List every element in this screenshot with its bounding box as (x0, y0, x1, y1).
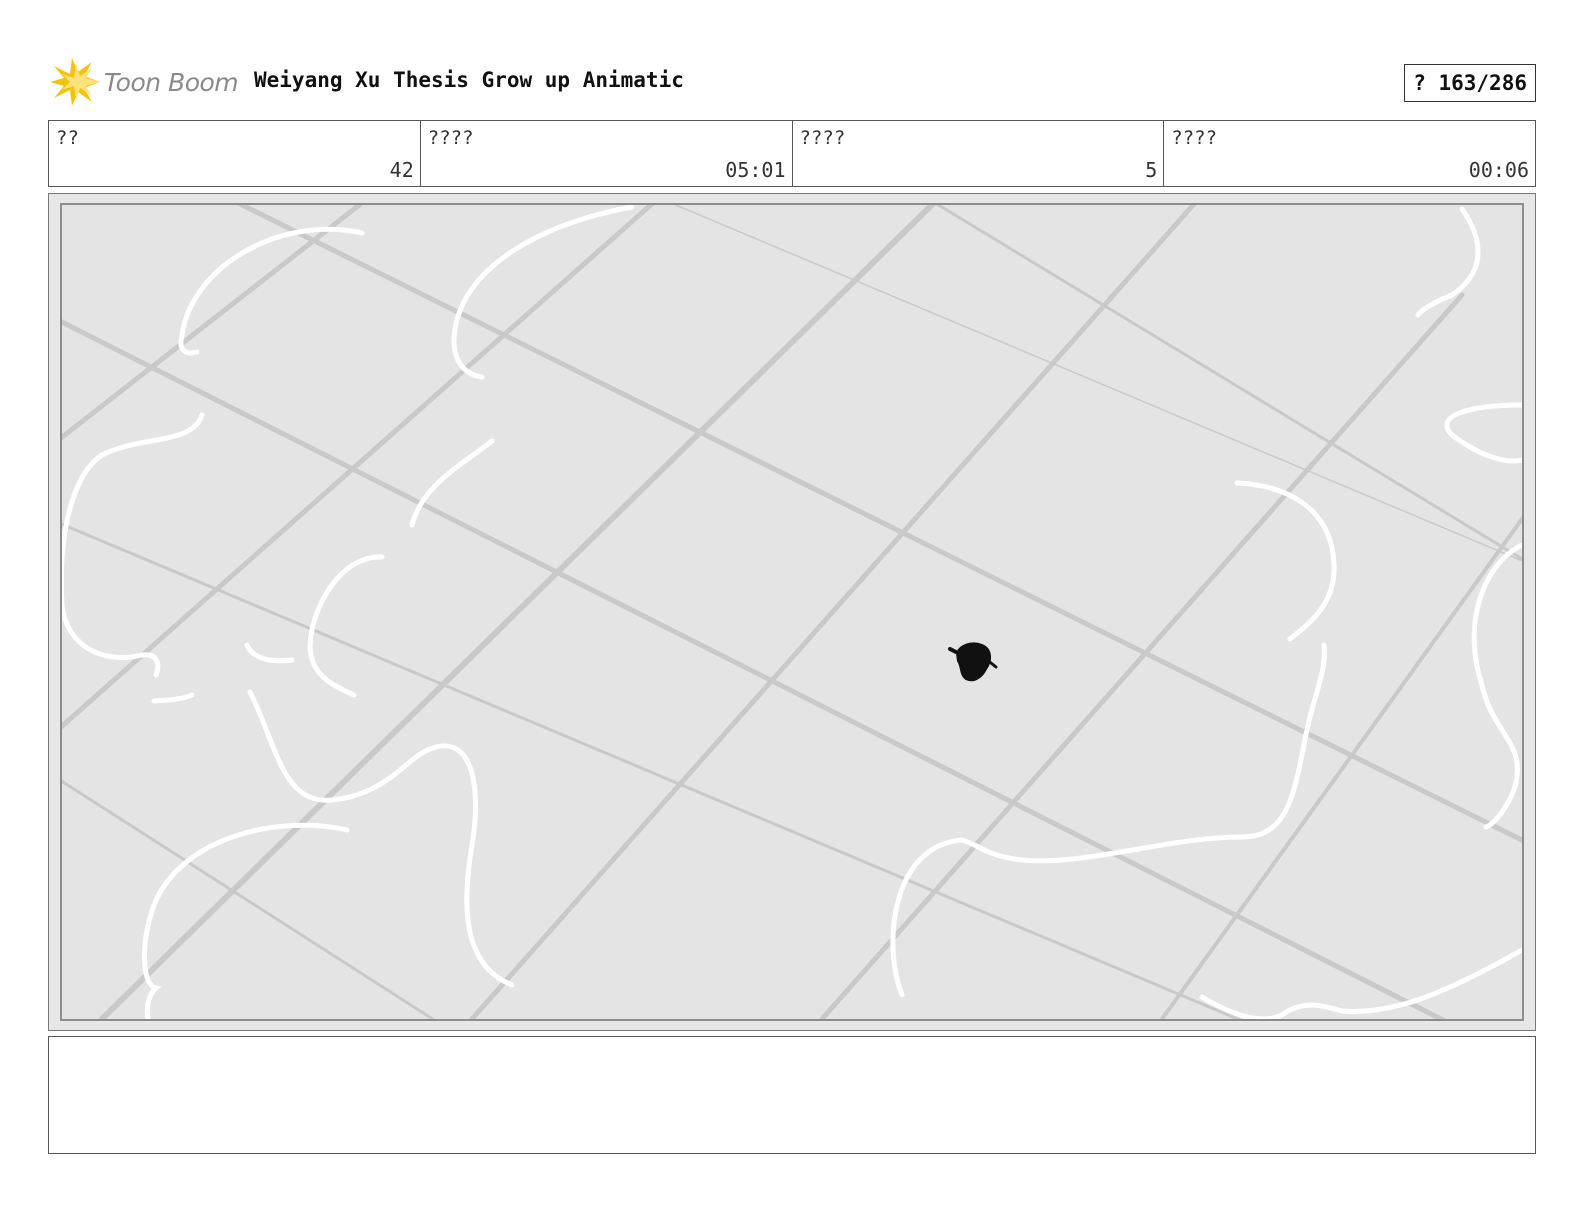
page-indicator: ? 163/286 (1404, 64, 1536, 102)
toon-boom-logo: Toon Boom (48, 56, 248, 108)
info-cell-duration: ???? 05:01 (421, 121, 793, 186)
info-label: ???? (799, 127, 846, 149)
storyboard-panel-frame (48, 193, 1536, 1031)
project-title: Weiyang Xu Thesis Grow up Animatic (254, 68, 684, 92)
info-value: 5 (1145, 158, 1158, 182)
info-label: ???? (427, 127, 474, 149)
panel-background (62, 205, 1522, 1019)
info-value: 00:06 (1468, 158, 1529, 182)
logo-text: Toon Boom (104, 67, 239, 97)
info-label: ???? (1171, 127, 1218, 149)
storyboard-header: Toon Boom Weiyang Xu Thesis Grow up Anim… (48, 56, 1536, 108)
info-value: 05:01 (725, 158, 786, 182)
panel-artwork (62, 205, 1522, 1019)
info-cell-panel: ???? 5 (793, 121, 1165, 186)
info-cell-panel-duration: ???? 00:06 (1164, 121, 1535, 186)
storyboard-panel-image (60, 203, 1524, 1021)
panel-notes-box (48, 1036, 1536, 1154)
info-cell-scene: ?? 42 (49, 121, 421, 186)
info-label: ?? (56, 127, 79, 149)
info-value: 42 (389, 158, 414, 182)
starburst-icon (50, 58, 100, 106)
panel-info-row: ?? 42 ???? 05:01 ???? 5 ???? 00:06 (48, 120, 1536, 187)
